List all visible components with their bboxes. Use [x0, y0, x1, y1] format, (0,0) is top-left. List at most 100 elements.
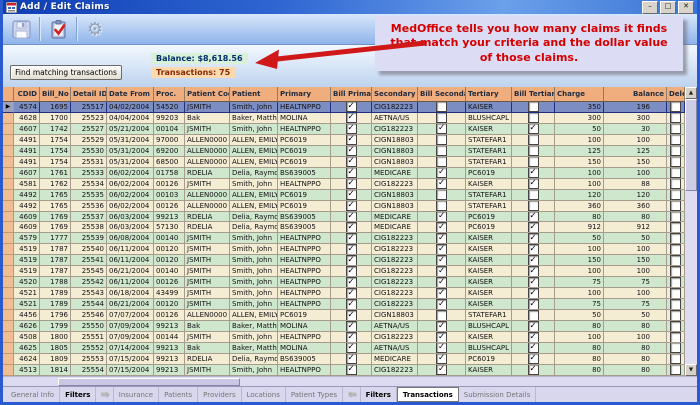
cell-tertiary[interactable]: PC6019	[466, 222, 512, 233]
cell-tertiary[interactable]: KAISER	[466, 277, 512, 288]
bill_primary-checkbox[interactable]: ✓	[346, 190, 357, 200]
cell-primary[interactable]: MOLINA	[278, 343, 331, 354]
bill_tertiary-checkbox[interactable]: ✓	[528, 124, 539, 134]
column-header-bill_no[interactable]: Bill_No	[40, 87, 71, 102]
cell-detail_id[interactable]: 25544	[71, 299, 107, 310]
cell-bill_no[interactable]: 1754	[40, 146, 71, 157]
cell-balance[interactable]: 150	[604, 255, 667, 266]
cell-detail_id[interactable]: 25538	[71, 222, 107, 233]
bill_secondary-checkbox[interactable]: ✓	[436, 266, 447, 276]
cell-date_from[interactable]: 04/02/2004	[107, 102, 154, 113]
delete-checkbox[interactable]	[670, 146, 681, 156]
cell-detail_id[interactable]: 25551	[71, 332, 107, 343]
cell-charge[interactable]: 125	[555, 146, 604, 157]
delete-checkbox[interactable]	[670, 135, 681, 145]
cell-cdid[interactable]: 4492	[14, 201, 40, 212]
column-header-balance[interactable]: Balance	[604, 87, 667, 102]
cell-delete[interactable]	[667, 244, 685, 255]
cell-charge[interactable]: 100	[555, 179, 604, 190]
cell-charge[interactable]: 50	[555, 124, 604, 135]
cell-bill_no[interactable]: 1762	[40, 179, 71, 190]
cell-proc[interactable]: 00120	[154, 299, 185, 310]
bill_primary-checkbox[interactable]: ✓	[346, 255, 357, 265]
cell-bill_secondary[interactable]: ✓	[418, 266, 466, 277]
bill_secondary-checkbox[interactable]: ✓	[436, 332, 447, 342]
cell-bill_no[interactable]: 1769	[40, 222, 71, 233]
cell-primary[interactable]: BS639005	[278, 354, 331, 365]
cell-proc[interactable]: 00126	[154, 179, 185, 190]
cell-detail_id[interactable]: 25517	[71, 102, 107, 113]
column-header-proc[interactable]: Proc.	[154, 87, 185, 102]
cell-delete[interactable]	[667, 222, 685, 233]
cell-delete[interactable]	[667, 113, 685, 124]
maximize-button[interactable]: □	[660, 1, 676, 14]
cell-patient[interactable]: Delia, Raymond	[230, 212, 278, 223]
cell-secondary[interactable]: AETNA/US	[372, 343, 418, 354]
cell-patient[interactable]: ALLEN, EMILY	[230, 310, 278, 321]
bill_primary-checkbox[interactable]: ✓	[346, 343, 357, 353]
cell-delete[interactable]	[667, 135, 685, 146]
cell-bill_secondary[interactable]	[418, 310, 466, 321]
cell-bill_tertiary[interactable]: ✓	[512, 288, 555, 299]
table-row[interactable]: 460717612553306/02/200401758RDELIADelia,…	[3, 168, 685, 179]
save-button[interactable]	[6, 16, 36, 42]
cell-proc[interactable]: 00126	[154, 310, 185, 321]
cell-primary[interactable]: MOLINA	[278, 113, 331, 124]
cell-patient[interactable]: Smith, John	[230, 299, 278, 310]
table-row[interactable]: 445617962554607/07/200400126ALLEN0000ALL…	[3, 310, 685, 321]
delete-checkbox[interactable]	[670, 310, 681, 320]
cell-bill_secondary[interactable]: ✓	[418, 244, 466, 255]
cell-delete[interactable]	[667, 332, 685, 343]
table-row[interactable]: 452117892554306/18/200443499JSMITHSmith,…	[3, 288, 685, 299]
table-row[interactable]: 451917872554006/11/200400120JSMITHSmith,…	[3, 244, 685, 255]
cell-secondary[interactable]: AETNA/US	[372, 113, 418, 124]
cell-bill_primary[interactable]: ✓	[331, 113, 372, 124]
cell-balance[interactable]: 75	[604, 277, 667, 288]
bill_secondary-checkbox[interactable]: ✓	[436, 168, 447, 178]
bill_tertiary-checkbox[interactable]: ✓	[528, 354, 539, 364]
cell-detail_id[interactable]: 25533	[71, 168, 107, 179]
cell-bill_secondary[interactable]	[418, 135, 466, 146]
cell-patient_code[interactable]: RDELIA	[185, 168, 230, 179]
cell-patient[interactable]: Baker, Matthew	[230, 113, 278, 124]
delete-checkbox[interactable]	[670, 168, 681, 178]
delete-checkbox[interactable]	[670, 212, 681, 222]
cell-proc[interactable]: 99213	[154, 354, 185, 365]
cell-bill_tertiary[interactable]	[512, 157, 555, 168]
tab-locations[interactable]: Locations	[242, 387, 286, 402]
cell-patient[interactable]: Smith, John	[230, 288, 278, 299]
delete-checkbox[interactable]	[670, 299, 681, 309]
cell-cdid[interactable]: 4519	[14, 255, 40, 266]
cell-cdid[interactable]: 4521	[14, 288, 40, 299]
cell-patient_code[interactable]: ALLEN0000	[185, 135, 230, 146]
cell-tertiary[interactable]: PC6019	[466, 354, 512, 365]
vertical-scrollbar-track[interactable]	[685, 99, 697, 364]
cell-tertiary[interactable]: KAISER	[466, 255, 512, 266]
cell-secondary[interactable]: CIG182223	[372, 179, 418, 190]
cell-secondary[interactable]: CIG182223	[372, 266, 418, 277]
cell-detail_id[interactable]: 25537	[71, 212, 107, 223]
cell-bill_secondary[interactable]	[418, 113, 466, 124]
cell-cdid[interactable]: 4624	[14, 354, 40, 365]
cell-tertiary[interactable]: KAISER	[466, 244, 512, 255]
cell-date_from[interactable]: 05/31/2004	[107, 146, 154, 157]
cell-patient[interactable]: Smith, John	[230, 332, 278, 343]
cell-charge[interactable]: 80	[555, 212, 604, 223]
cell-cdid[interactable]: 4513	[14, 365, 40, 376]
cell-cdid[interactable]: 4581	[14, 179, 40, 190]
table-row[interactable]: 462518052555207/14/200499213BakBaker, Ma…	[3, 343, 685, 354]
bill_primary-checkbox[interactable]: ✓	[346, 168, 357, 178]
cell-patient_code[interactable]: ALLEN0000	[185, 310, 230, 321]
cell-secondary[interactable]: CIGN18803	[372, 310, 418, 321]
cell-bill_no[interactable]: 1809	[40, 354, 71, 365]
table-row[interactable]: 449217652553606/02/200400126ALLEN0000ALL…	[3, 201, 685, 212]
cell-charge[interactable]: 50	[555, 233, 604, 244]
horizontal-scrollbar-thumb[interactable]	[58, 378, 240, 386]
cell-proc[interactable]: 00140	[154, 233, 185, 244]
bill_tertiary-checkbox[interactable]: ✓	[528, 288, 539, 298]
cell-proc[interactable]: 99213	[154, 321, 185, 332]
cell-balance[interactable]: 150	[604, 157, 667, 168]
row-header[interactable]	[3, 321, 14, 332]
cell-proc[interactable]: 68500	[154, 157, 185, 168]
row-header[interactable]	[3, 179, 14, 190]
